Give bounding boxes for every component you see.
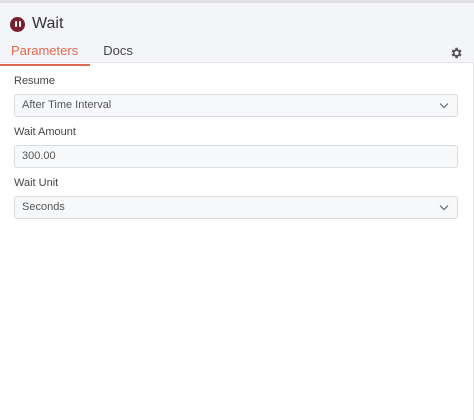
- wait-unit-label: Wait Unit: [14, 177, 59, 189]
- panel-header: Wait Parameters Docs: [0, 0, 474, 66]
- tab-parameters[interactable]: Parameters: [0, 43, 91, 66]
- title-row: Wait: [10, 13, 63, 35]
- node-title[interactable]: Wait: [32, 15, 63, 33]
- resume-value: After Time Interval: [22, 99, 112, 111]
- tab-docs[interactable]: Docs: [90, 43, 145, 66]
- node-panel: Wait Parameters Docs Resume After Time I…: [0, 0, 474, 420]
- gear-icon[interactable]: [449, 46, 463, 60]
- resume-field: Resume After Time Interval: [14, 74, 458, 117]
- wait-amount-value: 300.00: [22, 150, 56, 162]
- wait-unit-field: Wait Unit Seconds: [14, 176, 458, 219]
- wait-amount-input[interactable]: 300.00: [14, 145, 458, 168]
- resume-label: Resume: [14, 75, 55, 87]
- wait-unit-select[interactable]: Seconds: [14, 196, 458, 219]
- pause-icon: [10, 16, 25, 32]
- resume-select[interactable]: After Time Interval: [14, 94, 458, 117]
- wait-amount-field: Wait Amount 300.00: [14, 125, 458, 168]
- chevron-down-icon: [439, 205, 449, 211]
- wait-unit-value: Seconds: [22, 201, 65, 213]
- chevron-down-icon: [439, 103, 449, 109]
- tab-bar: Parameters Docs: [0, 43, 145, 66]
- wait-amount-label: Wait Amount: [14, 126, 76, 138]
